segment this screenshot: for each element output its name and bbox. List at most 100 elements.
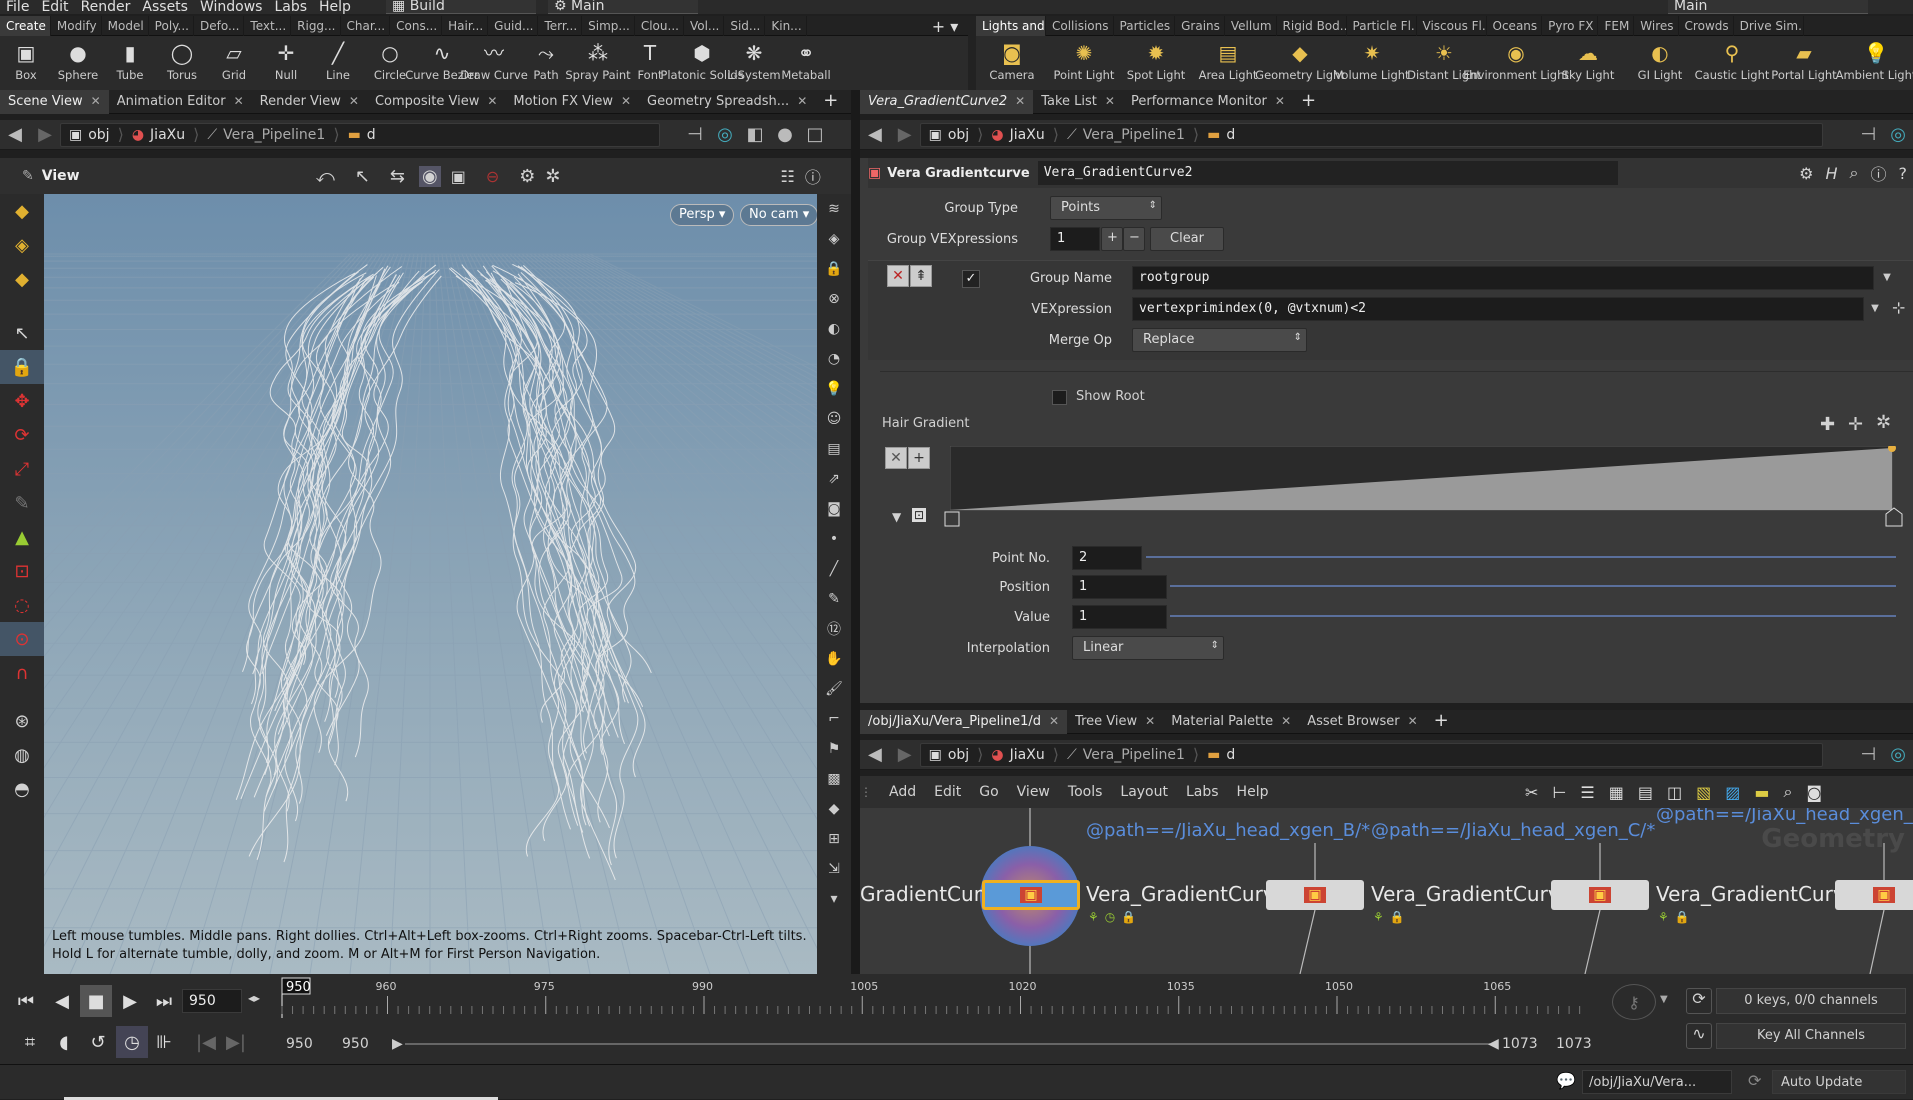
pane-tab[interactable]: Geometry Spreadsh...✕ [639,90,815,114]
group-name-field[interactable]: rootgroup [1132,266,1874,290]
shelf-tab[interactable]: Drive Sim... [1734,16,1804,36]
point-no-field[interactable]: 2 [1072,546,1142,570]
help-icon[interactable]: ⓘ [805,164,821,188]
shelf-tab[interactable]: Poly... [149,16,194,36]
crumb-jiaxu[interactable]: ◕JiaXu [983,127,1052,143]
shelf-tab[interactable]: Hair... [442,16,488,36]
shelf-tab[interactable]: Cons... [390,16,442,36]
camera-tool-icon[interactable]: ◍ [0,738,44,772]
range-bar[interactable] [405,1043,1490,1045]
group-vex-count[interactable]: 1 [1050,227,1100,251]
pane-tab[interactable]: Tree View✕ [1067,710,1163,734]
snapshot-icon[interactable]: ⚙ [519,166,535,187]
step-icon[interactable]: ◂▸ [248,991,260,1005]
grid-view-icon[interactable]: ▦ [1609,783,1624,802]
background-icon[interactable]: ▤ [817,434,851,464]
headlight-icon[interactable]: ◔ [817,344,851,374]
realtime-icon[interactable]: ⌗ [14,1026,46,1058]
range-left-handle[interactable]: ▶ [392,1036,403,1052]
hda-icon[interactable]: H [1819,164,1843,183]
key-icon[interactable]: ⚷ [1612,984,1656,1020]
display-icon[interactable]: ◙ [1806,783,1822,802]
shelf-tool-volume-light[interactable]: ✷Volume Light [1336,40,1408,81]
back-arrow-icon[interactable]: ◀ [0,120,30,150]
shelf-tab[interactable]: Particle Fl... [1347,16,1417,36]
paint-tool-icon[interactable]: ◆ [0,262,44,296]
crumb-d[interactable]: ▬d [1199,127,1243,143]
position-slider[interactable] [1170,585,1896,587]
shelf-tool-area-light[interactable]: ▤Area Light [1192,40,1264,81]
ramp-add-point-icon[interactable]: + [908,447,930,469]
insert-instance-icon[interactable]: ⇞ [910,265,932,287]
crumb-pipeline[interactable]: ⟋Vera_Pipeline1 [199,127,333,143]
shelf-tab[interactable]: Create [0,16,51,36]
range-end-visible[interactable]: 1073 [1502,1036,1538,1052]
close-icon[interactable]: ✕ [1275,94,1285,108]
close-icon[interactable]: ✕ [1015,94,1025,108]
node-label-1[interactable]: Vera_GradientCurve [1086,882,1287,906]
network-menu-item[interactable]: Add [889,784,916,800]
menu-render[interactable]: Render [81,1,131,13]
close-icon[interactable]: ✕ [1408,714,1418,728]
shelf-tab[interactable]: Vellum [1225,16,1277,36]
rotate-tool-icon[interactable]: ⟳ [0,418,44,452]
back-arrow-icon[interactable]: ◀ [860,120,890,150]
number-icon[interactable]: ⑫ [817,614,851,644]
handle-tool-icon[interactable]: ◆ [0,194,44,228]
menu-file[interactable]: File [6,1,29,13]
cube-icon[interactable]: ◧ [740,120,770,150]
node-selected[interactable]: ▣ [982,880,1080,910]
interpolation-menu[interactable]: Linear⇕ [1072,636,1224,660]
shelf-tool-sphere[interactable]: ●Sphere [52,40,104,81]
shelf-tab[interactable]: Model [102,16,149,36]
menu-windows[interactable]: Windows [200,1,263,13]
pin-icon[interactable]: ⊣ [1853,120,1883,150]
group-name-menu-icon[interactable]: ▼ [1876,266,1898,290]
shelf-tool-null[interactable]: ✛Null [260,40,312,81]
network-menu-item[interactable]: Help [1237,784,1269,800]
node-label-2[interactable]: Vera_GradientCurve [1371,882,1572,906]
add-multiparm-button[interactable]: + [1101,227,1123,251]
jump-end-icon[interactable]: ⏭ [148,985,180,1017]
refresh-icon[interactable]: ⟳ [1748,1071,1761,1090]
shelf-tab[interactable]: Text... [244,16,291,36]
play-reverse-icon[interactable]: ◀ [46,985,78,1017]
pane-tab[interactable]: Asset Browser✕ [1299,710,1425,734]
crumb-jiaxu[interactable]: ◕JiaXu [124,127,193,143]
shelf-tab[interactable]: Particles [1114,16,1176,36]
range-end[interactable]: 1073 [1556,1036,1592,1052]
search-icon[interactable]: ⌕ [1783,782,1792,802]
pane-divider[interactable] [851,90,860,974]
crumb-obj[interactable]: ▣obj [921,747,978,763]
shelf-tab[interactable]: Vol... [684,16,724,36]
shelf-tool-point-light[interactable]: ✺Point Light [1048,40,1120,81]
lock-tool-icon[interactable]: 🔒 [0,350,44,384]
user-icon[interactable]: ☺ [817,404,851,434]
shelf-tab[interactable]: Lights and... [976,16,1046,36]
gear-icon[interactable]: ⚙ [1793,164,1819,183]
link-icon[interactable]: ◎ [710,120,740,150]
pane-tab[interactable]: Take List✕ [1033,90,1123,114]
key-all-channels[interactable]: Key All Channels [1716,1023,1906,1049]
merge-op-menu[interactable]: Replace⇕ [1132,328,1307,352]
shelf-tab[interactable]: Pyro FX [1542,16,1598,36]
shelf-tab[interactable]: Crowds [1679,16,1734,36]
maximize-icon[interactable]: □ [800,120,830,150]
view-menu-icon[interactable]: ✎ [22,168,34,184]
crumb-pipeline[interactable]: ⟋Vera_Pipeline1 [1059,747,1193,763]
pane-tab[interactable]: Scene View✕ [0,90,109,114]
box-note-icon[interactable]: ▬ [1754,783,1769,802]
node-label-3[interactable]: Vera_GradientCurve [1656,882,1857,906]
lasso-tool-icon[interactable]: ◌ [0,588,44,622]
network-menu-item[interactable]: Layout [1120,784,1168,800]
menu-edit[interactable]: Edit [41,1,68,13]
close-icon[interactable]: ✕ [1105,94,1115,108]
vex-expand-icon[interactable]: ⊹ [1892,298,1905,317]
close-icon[interactable]: ✕ [1049,714,1059,728]
shelf-tool-gi-light[interactable]: ◐GI Light [1624,40,1696,81]
shelf-tab[interactable]: Modify [51,16,102,36]
network-menu-item[interactable]: Labs [1186,784,1219,800]
bulb-icon[interactable]: 💡 [817,374,851,404]
lock-camera-icon[interactable]: 🔒 [817,254,851,284]
ramp-graph[interactable] [950,446,1900,516]
